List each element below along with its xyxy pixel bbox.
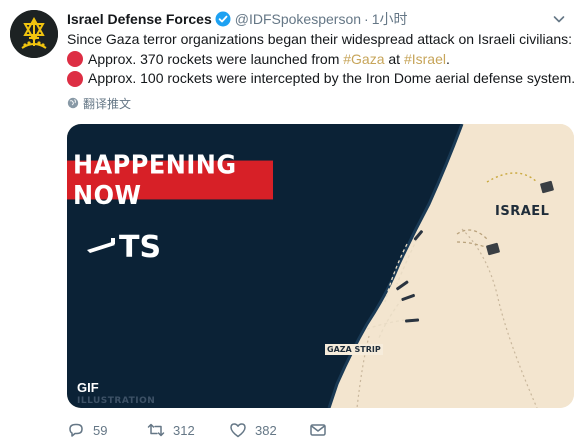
tweet-line-2-text: Approx. 370 rockets were launched from #…: [88, 50, 450, 70]
tweet-line-2-pre: Approx. 370 rockets were launched from: [88, 50, 344, 67]
translate-tweet-link[interactable]: 翻译推文: [67, 96, 132, 111]
translate-label: 翻译推文: [83, 96, 132, 111]
red-circle-icon: [67, 51, 83, 68]
author-handle[interactable]: @IDFSpokesperson: [235, 11, 361, 27]
reply-count: 59: [93, 422, 108, 438]
like-count: 382: [255, 422, 277, 438]
partial-overlay-text: TS: [119, 230, 162, 265]
chevron-down-icon[interactable]: [552, 12, 566, 26]
separator-dot: ·: [364, 11, 369, 27]
tweet-line-1: Since Gaza terror organizations began th…: [67, 30, 576, 50]
avatar[interactable]: [10, 10, 58, 58]
display-name[interactable]: Israel Defense Forces: [67, 11, 212, 27]
gif-badge: GIF: [77, 380, 99, 395]
retweet-button[interactable]: 312: [147, 420, 195, 440]
tweet-actions: 59 312 382: [67, 420, 367, 440]
tweet-line-2: Approx. 370 rockets were launched from #…: [67, 50, 576, 70]
idf-logo-icon: [10, 10, 58, 58]
verified-badge-icon: [215, 11, 231, 27]
map-label-israel: ISRAEL: [495, 204, 550, 219]
like-button[interactable]: 382: [229, 420, 277, 440]
tweet-line-1-text: Since Gaza terror organizations began th…: [67, 31, 573, 47]
tweet-line-2-mid: at: [384, 50, 404, 67]
reply-button[interactable]: 59: [67, 420, 107, 440]
globe-icon: [67, 97, 79, 109]
happening-now-banner: HAPPENING NOW: [67, 150, 273, 210]
tweet-line-2-post: .: [446, 50, 450, 67]
envelope-icon: [310, 424, 326, 436]
tweet-text: Since Gaza terror organizations began th…: [67, 30, 576, 89]
hashtag-israel[interactable]: #Israel: [404, 51, 446, 67]
tweet-line-3: Approx. 100 rockets were intercepted by …: [67, 69, 576, 89]
tweet-line-3-text: Approx. 100 rockets were intercepted by …: [88, 70, 576, 86]
heart-icon: [230, 423, 246, 438]
reply-icon: [69, 423, 83, 437]
map-label-gaza-strip: GAZA STRIP: [325, 344, 383, 355]
tweet-header: Israel Defense Forces @IDFSpokesperson ·…: [67, 9, 544, 29]
retweet-icon: [147, 423, 165, 437]
tweet-timestamp[interactable]: 1小时: [372, 9, 408, 29]
red-circle-icon: [67, 70, 83, 87]
tweet-card: Israel Defense Forces @IDFSpokesperson ·…: [0, 0, 584, 445]
illustration-label: ILLUSTRATION: [77, 396, 156, 406]
media-gif[interactable]: HAPPENING NOW TS ISRAEL GAZA STRIP GIF I…: [67, 124, 574, 408]
retweet-count: 312: [173, 422, 195, 438]
direct-message-button[interactable]: [309, 420, 335, 440]
hashtag-gaza[interactable]: #Gaza: [343, 51, 384, 67]
